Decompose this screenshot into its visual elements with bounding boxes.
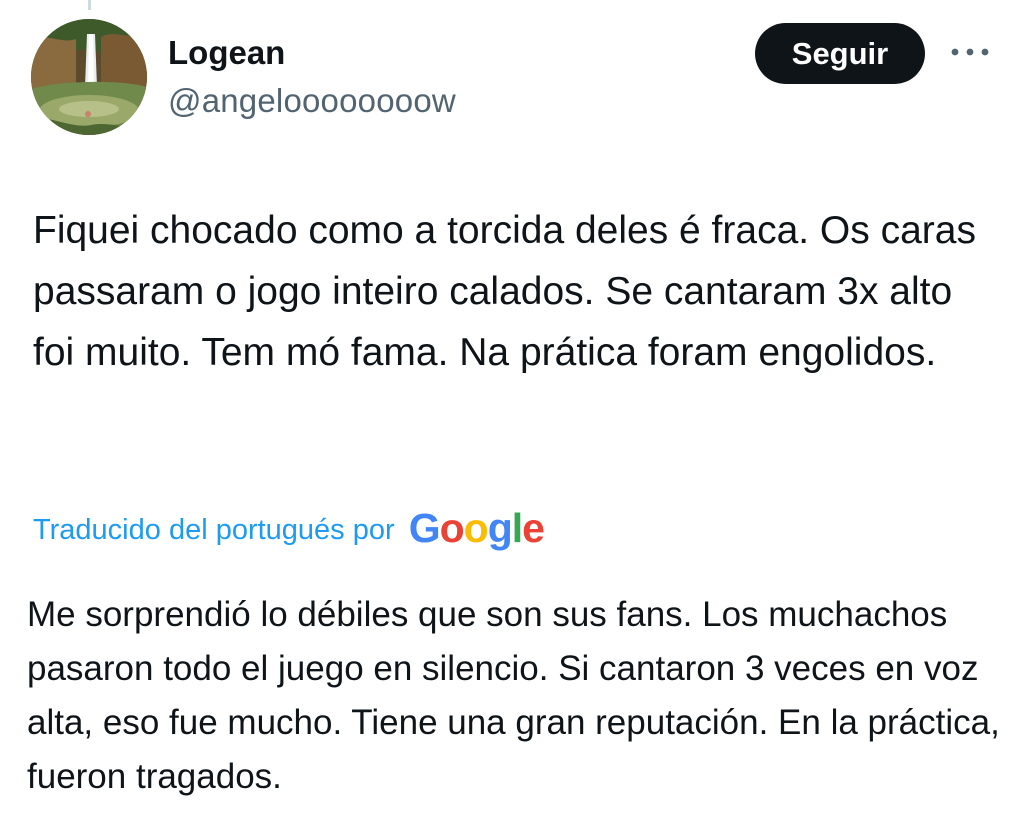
thread-connector-line xyxy=(88,0,91,10)
translation-label: Traducido del portugués por xyxy=(33,514,395,546)
waterfall-avatar-icon xyxy=(31,19,147,135)
follow-button[interactable]: Seguir xyxy=(755,23,925,84)
author-display-name[interactable]: Logean xyxy=(168,33,285,73)
author-handle[interactable]: @angeloooooooow xyxy=(168,81,456,121)
avatar[interactable] xyxy=(31,19,147,135)
more-horizontal-icon[interactable] xyxy=(948,42,992,62)
translation-attribution[interactable]: Traducido del portugués por Google xyxy=(33,505,545,553)
tweet-text: Fiquei chocado como a torcida deles é fr… xyxy=(33,209,976,374)
google-logo: Google xyxy=(408,505,545,551)
translated-tweet-text: Me sorprendió lo débiles que son sus fan… xyxy=(27,595,1000,796)
